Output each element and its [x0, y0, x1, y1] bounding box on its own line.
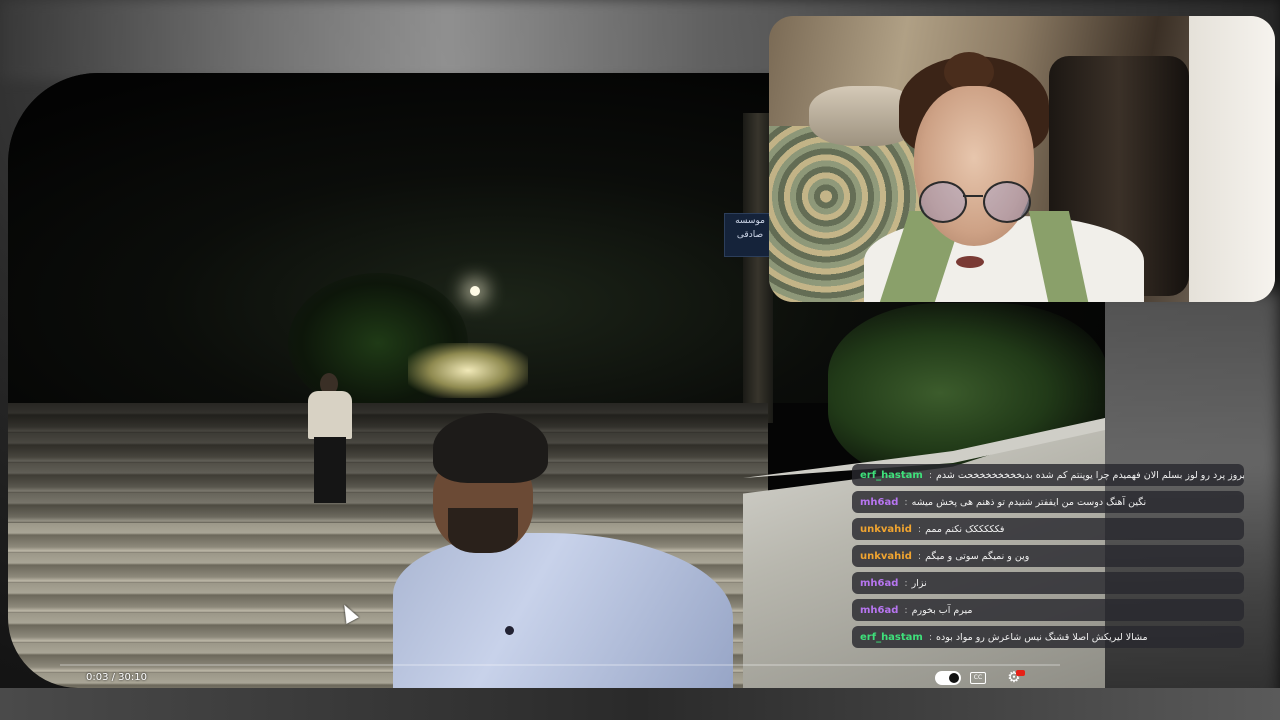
webcam-streamer-face [914, 86, 1034, 246]
glasses-icon [919, 181, 1031, 223]
background-blur-bottom [0, 688, 1280, 720]
webcam-door [1189, 16, 1275, 302]
chat-message: mh6ad: نزار [852, 572, 1244, 594]
chat-message: unkvahid: وین و نمیگم سوتی و میگم [852, 545, 1244, 567]
chat-message-text: میرم آب بخورم [911, 604, 973, 616]
chat-message-text: وین و نمیگم سوتی و میگم [925, 550, 1030, 562]
webcam-overlay [769, 16, 1275, 302]
chat-separator: : [917, 550, 922, 562]
autoplay-toggle-icon[interactable] [935, 671, 961, 685]
captions-icon[interactable]: CC [970, 672, 986, 684]
chat-message: erf_hastam:وای الان یادم اومد دیروز پرد … [852, 464, 1244, 486]
chat-message: mh6ad: میرم آب بخورم [852, 599, 1244, 621]
chat-separator: : [904, 496, 908, 508]
chat-message-text: فکککککک نکنم ممم [925, 523, 1005, 535]
webcam-streamer-mouth [956, 256, 984, 268]
chat-message-text: نگین آهنگ دوست من ایففتر شنیدم تو ذهنم ه… [911, 496, 1147, 508]
chat-username[interactable]: mh6ad [860, 578, 898, 589]
chat-username[interactable]: mh6ad [860, 497, 898, 508]
chat-separator: : [904, 577, 908, 589]
video-background-person [300, 373, 360, 503]
chat-message-text: وای الان یادم اومد دیروز پرد رو لوز بسلم… [936, 469, 1244, 481]
chat-username[interactable]: unkvahid [860, 524, 912, 535]
hd-badge [1016, 670, 1025, 676]
chat-separator: : [928, 469, 933, 481]
chat-username[interactable]: erf_hastam [860, 470, 923, 481]
chat-separator: : [904, 604, 908, 616]
chat-separator: : [928, 631, 933, 643]
chat-overlay: erf_hastam:وای الان یادم اومد دیروز پرد … [852, 464, 1244, 653]
chat-username[interactable]: unkvahid [860, 551, 912, 562]
chat-message: unkvahid: فکککککک نکنم ممم [852, 518, 1244, 540]
video-foreground-man [393, 413, 733, 688]
chat-message-text: مشالا لیریکش اصلا قشنگ نیس شاعرش رو مواد… [936, 631, 1148, 643]
chat-separator: : [917, 523, 922, 535]
video-lit-building [408, 343, 528, 398]
chat-username[interactable]: mh6ad [860, 605, 898, 616]
video-street-lamp [470, 286, 480, 296]
time-display: 0:03 / 30:10 [86, 672, 148, 683]
chat-message: mh6ad: نگین آهنگ دوست من ایففتر شنیدم تو … [852, 491, 1244, 513]
chat-message-text: نزار [911, 577, 927, 589]
chat-message: erf_hastam: مشالا لیریکش اصلا قشنگ نیس شا… [852, 626, 1244, 648]
progress-bar[interactable] [60, 664, 1060, 666]
chat-username[interactable]: erf_hastam [860, 632, 923, 643]
